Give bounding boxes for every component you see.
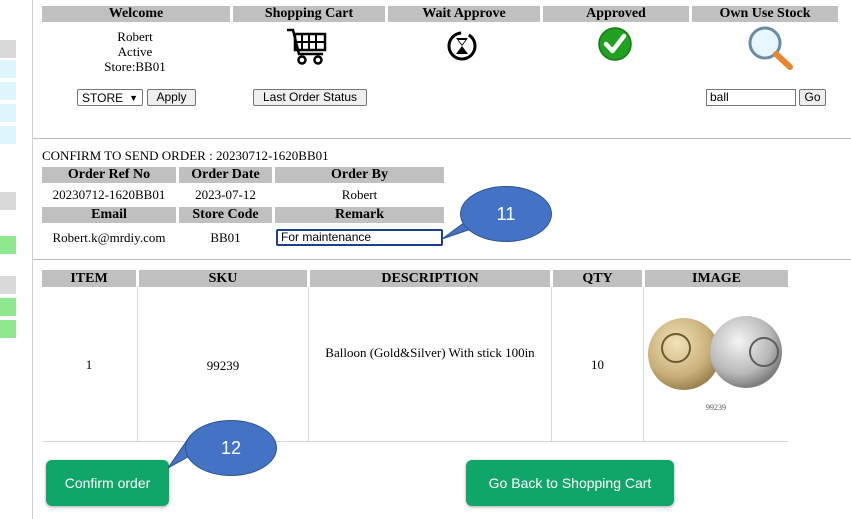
sidebar-strip[interactable] [0, 126, 16, 144]
sidebar-strip [0, 192, 16, 210]
item-description: Balloon (Gold&Silver) With stick 100in [325, 345, 535, 360]
header-own-use-stock: Own Use Stock [692, 6, 838, 22]
confirm-order-button[interactable]: Confirm order [46, 460, 169, 506]
user-status: Active [117, 44, 153, 59]
confirm-order-title: CONFIRM TO SEND ORDER : 20230712-1620BB0… [42, 148, 329, 163]
order-by-value: Robert [341, 187, 378, 202]
sku-header: SKU [139, 270, 307, 287]
order-date-value: 2023-07-12 [195, 187, 256, 202]
product-image [648, 316, 782, 390]
sidebar-strip[interactable] [0, 298, 16, 316]
back-to-cart-button[interactable]: Go Back to Shopping Cart [466, 460, 674, 506]
header-approved: Approved [543, 6, 689, 22]
order-ref-value: 20230712-1620BB01 [52, 187, 166, 202]
chevron-down-icon: ▼ [129, 93, 138, 103]
sidebar-strip [0, 40, 16, 58]
callout-12: 12 [185, 420, 277, 476]
order-ref-header: Order Ref No [42, 167, 176, 183]
store-code-value: BB01 [210, 230, 241, 245]
email-value: Robert.k@mrdiy.com [52, 230, 166, 245]
user-name: Robert [117, 29, 153, 44]
header-shopping-cart: Shopping Cart [233, 6, 385, 22]
apply-button[interactable]: Apply [147, 89, 196, 106]
sidebar-strip[interactable] [0, 320, 16, 338]
item-sku: 99239 [206, 358, 240, 373]
stock-search-input[interactable]: ball [706, 89, 796, 106]
table-row-bottom [42, 441, 788, 442]
sidebar-strip[interactable] [0, 82, 16, 100]
remark-input[interactable]: For maintenance [276, 229, 443, 246]
table-gridline [137, 287, 138, 441]
description-header: DESCRIPTION [310, 270, 550, 287]
table-gridline [551, 287, 552, 441]
item-qty: 10 [591, 357, 604, 372]
callout-11: 11 [460, 186, 552, 242]
header-wait-approve: Wait Approve [388, 6, 540, 22]
hourglass-icon[interactable] [445, 30, 479, 62]
sidebar-strip[interactable] [0, 104, 16, 122]
table-gridline [308, 287, 309, 441]
sidebar-strip[interactable] [0, 236, 16, 254]
item-number: 1 [85, 357, 93, 372]
magnifier-icon[interactable] [746, 24, 794, 70]
header-welcome: Welcome [42, 6, 230, 22]
qty-header: QTY [553, 270, 642, 287]
image-header: IMAGE [645, 270, 788, 287]
order-date-header: Order Date [179, 167, 272, 183]
last-order-status-button[interactable]: Last Order Status [253, 89, 367, 106]
store-code-header: Store Code [179, 207, 272, 223]
remark-header: Remark [275, 207, 444, 223]
checkmark-icon[interactable] [597, 26, 633, 62]
section-divider [33, 138, 851, 139]
store-line: Store:BB01 [104, 59, 166, 74]
email-header: Email [42, 207, 176, 223]
user-info: Robert Active Store:BB01 [70, 29, 200, 74]
store-select[interactable]: STORE ▼ [77, 89, 143, 106]
section-divider [33, 259, 851, 260]
left-sidebar [0, 0, 16, 519]
sidebar-strip [0, 276, 16, 294]
image-caption: 99239 [706, 403, 726, 412]
table-gridline [643, 287, 644, 441]
go-button[interactable]: Go [799, 89, 826, 106]
shopping-cart-icon[interactable] [285, 26, 329, 68]
order-by-header: Order By [275, 167, 444, 183]
store-select-value: STORE [82, 91, 124, 105]
sidebar-strip[interactable] [0, 60, 16, 78]
item-header: ITEM [42, 270, 136, 287]
